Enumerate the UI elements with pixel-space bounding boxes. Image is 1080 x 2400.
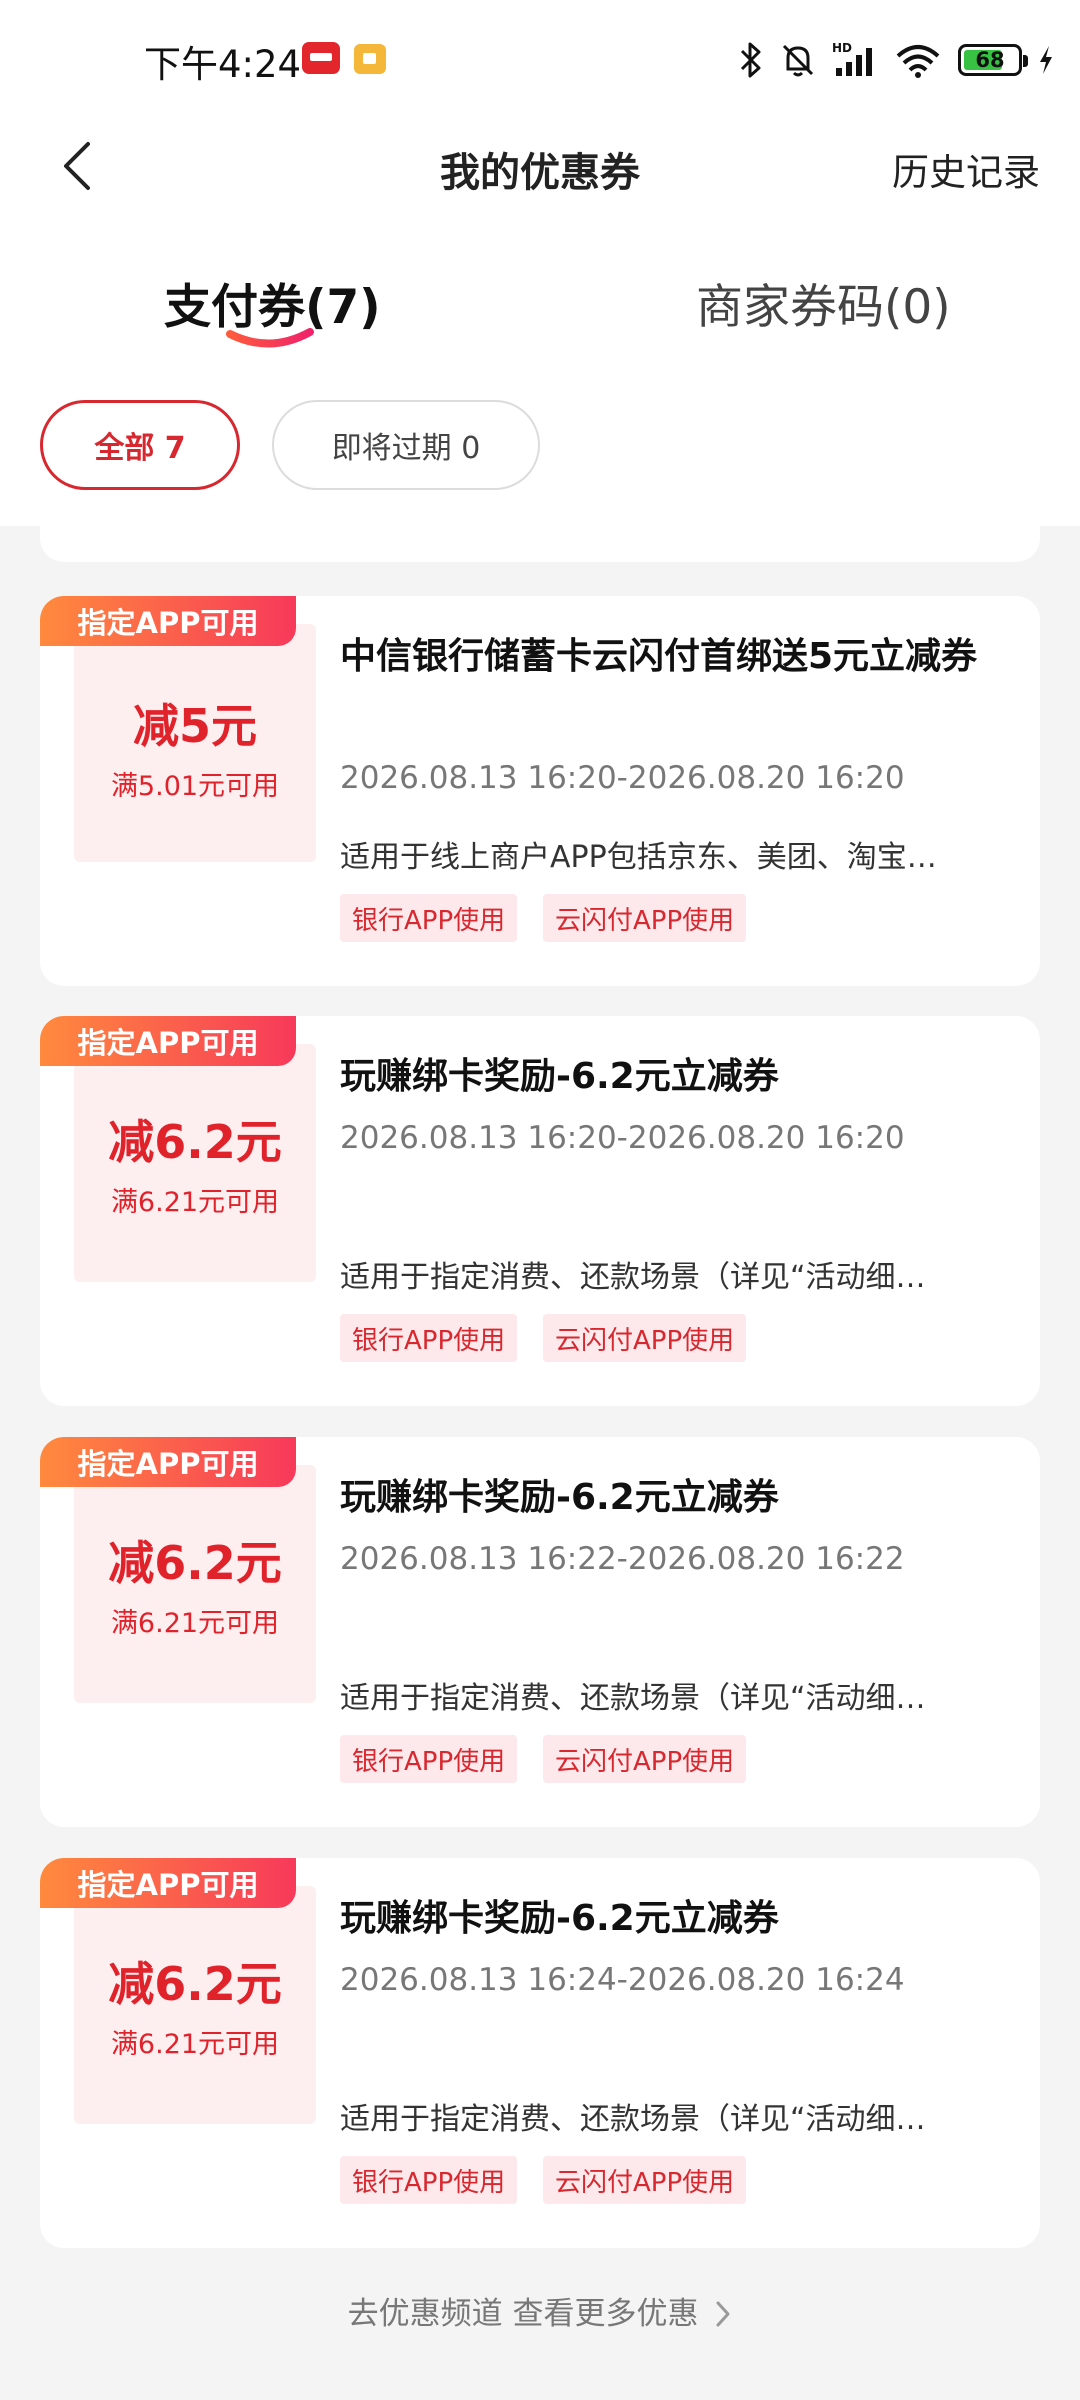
svg-text:HD: HD xyxy=(832,41,852,55)
wifi-icon xyxy=(896,45,940,78)
coupon-title: 玩赚绑卡奖励-6.2元立减券 xyxy=(340,1056,779,1097)
coupon-validity: 2026.08.13 16:20-2026.08.20 16:20 xyxy=(340,1120,905,1156)
status-bar: 下午4:24 HD 68 xyxy=(0,0,1080,118)
coupon-tags: 银行APP使用 云闪付APP使用 xyxy=(340,894,1000,942)
bluetooth-icon xyxy=(740,42,761,78)
coupon-amount: 减6.2元 xyxy=(108,1115,282,1169)
unionpay-notification-icon xyxy=(302,42,340,74)
tag-bank-app: 银行APP使用 xyxy=(340,1735,518,1783)
battery-level: 68 xyxy=(975,48,1005,72)
previous-coupon-card-edge xyxy=(40,526,1040,562)
active-tab-indicator xyxy=(226,328,314,348)
status-time: 下午4:24 xyxy=(144,43,302,86)
status-icons: HD 68 xyxy=(724,36,1056,84)
coupon-title: 玩赚绑卡奖励-6.2元立减券 xyxy=(340,1898,779,1939)
coupon-title: 玩赚绑卡奖励-6.2元立减券 xyxy=(340,1477,779,1518)
coupon-validity: 2026.08.13 16:24-2026.08.20 16:24 xyxy=(340,1962,905,1998)
coupon-tags: 银行APP使用 云闪付APP使用 xyxy=(340,1314,1000,1362)
battery-icon: 68 xyxy=(958,44,1028,76)
filter-expiring[interactable]: 即将过期 0 xyxy=(272,400,540,490)
coupon-validity: 2026.08.13 16:22-2026.08.20 16:22 xyxy=(340,1541,905,1577)
tag-bank-app: 银行APP使用 xyxy=(340,2156,518,2204)
coupon-description: 适用于指定消费、还款场景（详见“活动细… xyxy=(340,1260,926,1295)
coupon-amount: 减6.2元 xyxy=(108,1536,282,1590)
coupon-description: 适用于线上商户APP包括京东、美团、淘宝… xyxy=(340,840,937,875)
coupon-ribbon: 指定APP可用 xyxy=(40,1016,296,1066)
tag-bank-app: 银行APP使用 xyxy=(340,894,518,942)
coupon-ribbon: 指定APP可用 xyxy=(40,1437,296,1487)
tag-unionpay-app: 云闪付APP使用 xyxy=(543,1314,747,1362)
tag-bank-app: 银行APP使用 xyxy=(340,1314,518,1362)
tag-unionpay-app: 云闪付APP使用 xyxy=(543,894,747,942)
tag-unionpay-app: 云闪付APP使用 xyxy=(543,2156,747,2204)
mute-bell-icon xyxy=(782,44,814,77)
coupon-card[interactable]: 减6.2元 满6.21元可用 指定APP可用 玩赚绑卡奖励-6.2元立减券 20… xyxy=(40,1016,1040,1406)
coupon-tags: 银行APP使用 云闪付APP使用 xyxy=(340,1735,1000,1783)
coupon-amount: 减6.2元 xyxy=(108,1957,282,2011)
history-records-link[interactable]: 历史记录 xyxy=(892,142,1040,196)
top-panel: 下午4:24 HD 68 我的优惠券 历史记录 支付券(7) 商家券码(0) 全… xyxy=(0,0,1080,526)
coupon-amount-panel: 减6.2元 满6.21元可用 xyxy=(74,1465,316,1703)
coupon-amount-panel: 减6.2元 满6.21元可用 xyxy=(74,1044,316,1282)
coupon-condition: 满6.21元可用 xyxy=(110,2029,280,2060)
coupon-validity: 2026.08.13 16:20-2026.08.20 16:20 xyxy=(340,760,905,796)
coupon-description: 适用于指定消费、还款场景（详见“活动细… xyxy=(340,1681,926,1716)
filter-all[interactable]: 全部 7 xyxy=(40,400,240,490)
coupon-condition: 满5.01元可用 xyxy=(110,771,280,802)
more-offers-link[interactable]: 去优惠频道 查看更多优惠 xyxy=(0,2288,1080,2333)
coupon-ribbon: 指定APP可用 xyxy=(40,1858,296,1908)
more-offers-label: 去优惠频道 查看更多优惠 xyxy=(347,2296,699,2332)
coupon-card[interactable]: 减6.2元 满6.21元可用 指定APP可用 玩赚绑卡奖励-6.2元立减券 20… xyxy=(40,1437,1040,1827)
charging-icon xyxy=(1040,46,1052,74)
hd-signal-icon: HD xyxy=(832,41,872,76)
coupon-ribbon: 指定APP可用 xyxy=(40,596,296,646)
tag-unionpay-app: 云闪付APP使用 xyxy=(543,1735,747,1783)
coupon-description: 适用于指定消费、还款场景（详见“活动细… xyxy=(340,2102,926,2137)
chevron-right-icon xyxy=(716,2301,730,2327)
gallery-notification-icon xyxy=(354,44,386,74)
coupon-card[interactable]: 减6.2元 满6.21元可用 指定APP可用 玩赚绑卡奖励-6.2元立减券 20… xyxy=(40,1858,1040,2248)
coupon-title: 中信银行储蓄卡云闪付首绑送5元立减券 xyxy=(340,636,978,677)
coupon-amount: 减5元 xyxy=(132,699,257,753)
coupon-amount-panel: 减5元 满5.01元可用 xyxy=(74,624,316,862)
coupon-condition: 满6.21元可用 xyxy=(110,1608,280,1639)
coupon-condition: 满6.21元可用 xyxy=(110,1187,280,1218)
tab-merchant-coupons[interactable]: 商家券码(0) xyxy=(696,268,951,337)
coupon-amount-panel: 减6.2元 满6.21元可用 xyxy=(74,1886,316,2124)
coupon-card[interactable]: 减5元 满5.01元可用 指定APP可用 中信银行储蓄卡云闪付首绑送5元立减券 … xyxy=(40,596,1040,986)
coupon-tags: 银行APP使用 云闪付APP使用 xyxy=(340,2156,1000,2204)
